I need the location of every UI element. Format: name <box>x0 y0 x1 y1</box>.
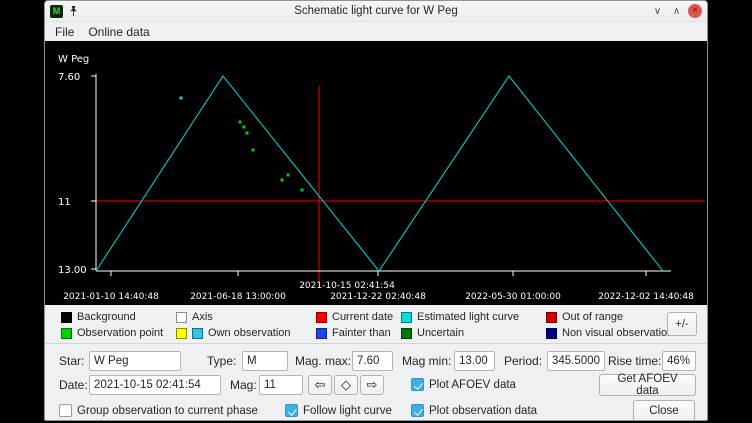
light-curve-chart[interactable]: 2021-01-10 14:40:48 2021-06-18 13:00:00 20… <box>45 41 707 305</box>
mag-min-label: Mag min: <box>402 351 451 371</box>
window-title: Schematic light curve for W Peg <box>45 5 707 17</box>
app-window: Schematic light curve for W Peg M ∨ ∧ × … <box>44 0 708 421</box>
minimize-button[interactable]: ∨ <box>650 4 665 19</box>
plot-observation-checkbox[interactable] <box>411 404 424 417</box>
legend-expand-button[interactable]: +/- <box>667 312 697 336</box>
out-of-range-swatch <box>546 312 557 323</box>
follow-light-curve-label: Follow light curve <box>303 401 392 421</box>
legend-label: Out of range <box>562 311 623 323</box>
mag-min-input[interactable] <box>454 351 495 371</box>
legend-label: Estimated light curve <box>417 311 519 323</box>
svg-text:2022-12-02 14:40:48: 2022-12-02 14:40:48 <box>598 292 694 302</box>
legend-label: Observation point <box>77 327 163 339</box>
titlebar[interactable]: Schematic light curve for W Peg M ∨ ∧ × <box>45 1 707 22</box>
legend-row: Background Axis Current date Estimated l… <box>61 310 707 324</box>
svg-text:11: 11 <box>58 197 71 208</box>
svg-text:7.60: 7.60 <box>58 72 80 83</box>
svg-text:2021-01-10 14:40:48: 2021-01-10 14:40:48 <box>63 292 159 302</box>
plot-observation-label: Plot observation data <box>429 401 537 421</box>
legend-item-current-date: Current date <box>316 311 401 323</box>
legend-item-own-observation: Own observation <box>176 327 316 339</box>
star-input[interactable] <box>89 351 181 371</box>
menu-file[interactable]: File <box>55 25 74 39</box>
rise-time-input[interactable] <box>662 351 696 371</box>
axis-swatch <box>176 312 187 323</box>
legend-panel: Background Axis Current date Estimated l… <box>45 305 707 343</box>
legend-item-fainter-than: Fainter than <box>316 327 401 339</box>
desktop: { "colors": { "accent": "#3daee9", "curv… <box>0 0 752 423</box>
svg-text:2022-05-30 01:00:00: 2022-05-30 01:00:00 <box>465 292 561 302</box>
follow-light-curve-checkbox[interactable] <box>285 404 298 417</box>
svg-text:13.00: 13.00 <box>58 265 87 276</box>
get-afoev-button[interactable]: Get AFOEV data <box>599 374 696 396</box>
legend-label: Own observation <box>208 327 291 339</box>
legend-label: Non visual observation <box>562 327 673 339</box>
legend-item-estimated-curve: Estimated light curve <box>401 311 546 323</box>
step-forward-button[interactable]: ⇨ <box>360 375 384 395</box>
svg-text:W Peg: W Peg <box>58 54 89 65</box>
group-observation-label: Group observation to current phase <box>77 401 258 421</box>
pin-icon[interactable] <box>68 5 79 17</box>
legend-item-observation-point: Observation point <box>61 327 176 339</box>
legend-label: Axis <box>192 311 213 323</box>
current-phase-button[interactable]: ◇ <box>334 375 358 395</box>
legend-label: Fainter than <box>332 327 391 339</box>
own-observation-swatch <box>192 328 203 339</box>
legend-label: Uncertain <box>417 327 464 339</box>
period-label: Period: <box>504 351 542 371</box>
fainter-than-swatch <box>316 328 327 339</box>
menu-online-data[interactable]: Online data <box>88 25 149 39</box>
pin-icon-glyph <box>68 5 79 17</box>
svg-text:2021-12-22 02:40:48: 2021-12-22 02:40:48 <box>330 292 426 302</box>
selected-swatch <box>176 328 187 339</box>
mag-input[interactable] <box>259 375 303 395</box>
step-back-button[interactable]: ⇦ <box>308 375 332 395</box>
uncertain-swatch <box>401 328 412 339</box>
type-input[interactable] <box>242 351 288 371</box>
legend-label: Current date <box>332 311 393 323</box>
plot-afoev-checkbox[interactable] <box>411 378 424 391</box>
plot-afoev-label: Plot AFOEV data <box>429 375 516 395</box>
non-visual-swatch <box>546 328 557 339</box>
estimated-curve-swatch <box>401 312 412 323</box>
legend-item-uncertain: Uncertain <box>401 327 546 339</box>
maximize-button[interactable]: ∧ <box>669 4 684 19</box>
date-input[interactable] <box>89 375 221 395</box>
group-observation-checkbox[interactable] <box>59 404 72 417</box>
close-button[interactable]: Close <box>633 400 695 421</box>
legend-item-background: Background <box>61 311 176 323</box>
control-panel: Star: Type: Mag. max: Mag min: Period: R… <box>45 343 707 421</box>
legend-label: Background <box>77 311 136 323</box>
date-label: Date: <box>59 375 88 395</box>
close-window-icon[interactable]: × <box>688 4 702 18</box>
legend-row: Observation point Own observation Fainte… <box>61 326 707 340</box>
type-label: Type: <box>207 351 236 371</box>
svg-text:2021-06-18 13:00:00: 2021-06-18 13:00:00 <box>190 292 286 302</box>
background-swatch <box>61 312 72 323</box>
mag-label: Mag: <box>230 375 257 395</box>
mag-max-label: Mag. max: <box>295 351 351 371</box>
menubar: File Online data <box>45 22 707 41</box>
legend-item-axis: Axis <box>176 311 316 323</box>
plot-area[interactable]: 2021-01-10 14:40:48 2021-06-18 13:00:00 20… <box>45 41 707 305</box>
period-input[interactable] <box>547 351 605 371</box>
observation-point-swatch <box>61 328 72 339</box>
app-icon[interactable]: M <box>50 5 63 18</box>
star-label: Star: <box>59 351 84 371</box>
rise-time-label: Rise time: <box>608 351 661 371</box>
svg-text:2021-10-15 02:41:54: 2021-10-15 02:41:54 <box>299 281 395 291</box>
mag-max-input[interactable] <box>352 351 393 371</box>
current-date-swatch <box>316 312 327 323</box>
